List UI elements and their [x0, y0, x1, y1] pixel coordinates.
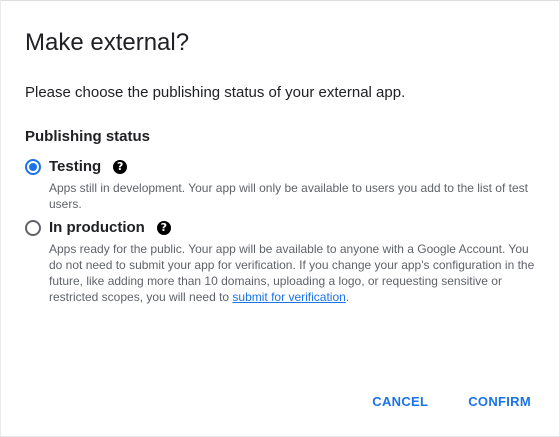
- testing-description: Apps still in development. Your app will…: [49, 181, 528, 211]
- dialog-title: Make external?: [25, 29, 190, 56]
- option-in-production: In production ? Apps ready for the publi…: [25, 217, 545, 305]
- dialog-actions: CANCEL CONFIRM: [372, 393, 531, 411]
- option-testing-head: Testing ?: [25, 156, 545, 178]
- submit-for-verification-link[interactable]: submit for verification: [232, 290, 345, 304]
- dialog-lead-text: Please choose the publishing status of y…: [25, 84, 406, 101]
- testing-radio-button[interactable]: [25, 159, 41, 175]
- in-production-radio-button[interactable]: [25, 220, 41, 236]
- option-in-production-head: In production ?: [25, 217, 545, 239]
- make-external-dialog: Make external? Please choose the publish…: [0, 0, 560, 437]
- option-testing: Testing ? Apps still in development. You…: [25, 156, 545, 212]
- publishing-status-label: Publishing status: [25, 128, 151, 145]
- in-production-description: Apps ready for the public. Your app will…: [49, 241, 539, 305]
- in-production-label[interactable]: In production: [49, 218, 145, 238]
- in-production-description-end: .: [345, 290, 350, 304]
- cancel-button[interactable]: CANCEL: [372, 393, 428, 411]
- confirm-button[interactable]: CONFIRM: [468, 393, 531, 411]
- radio-selected-dot: [29, 163, 37, 171]
- help-circle-icon[interactable]: ?: [113, 160, 128, 174]
- testing-label[interactable]: Testing: [49, 157, 101, 177]
- help-circle-icon[interactable]: ?: [156, 221, 171, 235]
